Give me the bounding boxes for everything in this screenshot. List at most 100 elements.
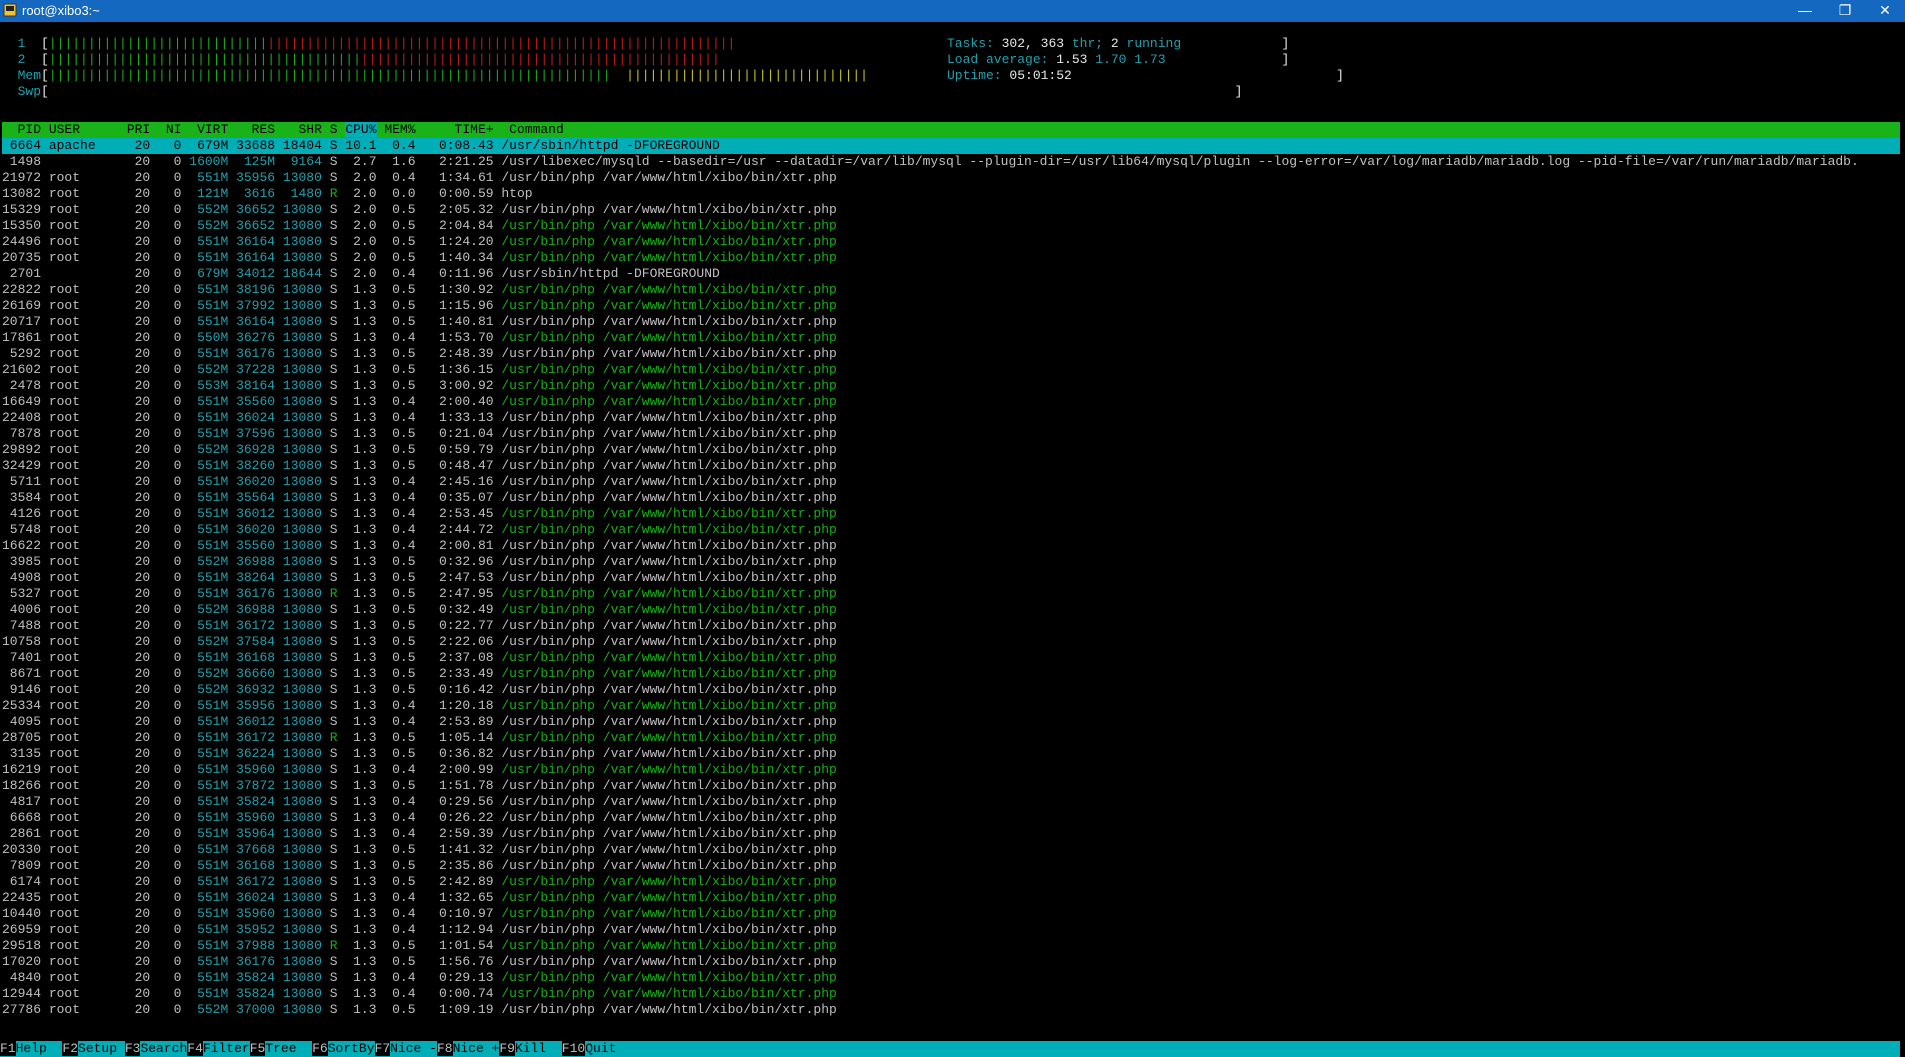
- process-row[interactable]: 22822 root 20 0 551M 38196 13080 S 1.3 0…: [2, 282, 1900, 298]
- process-pid: 10758: [2, 634, 49, 649]
- process-row[interactable]: 5711 root 20 0 551M 36020 13080 S 1.3 0.…: [2, 474, 1900, 490]
- col-shr-header[interactable]: SHR: [283, 122, 330, 137]
- process-command: /usr/bin/php /var/www/html/xibo/bin/xtr.…: [501, 906, 837, 921]
- process-pri: 20: [126, 650, 159, 665]
- process-row[interactable]: 3985 root 20 0 552M 36988 13080 S 1.3 0.…: [2, 554, 1900, 570]
- process-row[interactable]: 16622 root 20 0 551M 35560 13080 S 1.3 0…: [2, 538, 1900, 554]
- process-command: /usr/bin/php /var/www/html/xibo/bin/xtr.…: [501, 522, 837, 537]
- process-row[interactable]: 8671 root 20 0 552M 36660 13080 S 1.3 0.…: [2, 666, 1900, 682]
- col-cpu-header[interactable]: CPU%: [345, 122, 377, 137]
- process-row[interactable]: 5292 root 20 0 551M 36176 13080 S 1.3 0.…: [2, 346, 1900, 362]
- process-row[interactable]: 6174 root 20 0 551M 36172 13080 S 1.3 0.…: [2, 874, 1900, 890]
- process-row[interactable]: 20717 root 20 0 551M 36164 13080 S 1.3 0…: [2, 314, 1900, 330]
- process-row[interactable]: 7488 root 20 0 551M 36172 13080 S 1.3 0.…: [2, 618, 1900, 634]
- process-row[interactable]: 7809 root 20 0 551M 36168 13080 S 1.3 0.…: [2, 858, 1900, 874]
- process-command: /usr/bin/php /var/www/html/xibo/bin/xtr.…: [501, 442, 837, 457]
- process-row[interactable]: 27786 root 20 0 552M 37000 13080 S 1.3 0…: [2, 1002, 1900, 1018]
- process-row[interactable]: 4817 root 20 0 551M 35824 13080 S 1.3 0.…: [2, 794, 1900, 810]
- process-row[interactable]: 17861 root 20 0 550M 36276 13080 S 1.3 0…: [2, 330, 1900, 346]
- process-row[interactable]: 26169 root 20 0 551M 37992 13080 S 1.3 0…: [2, 298, 1900, 314]
- restore-button[interactable]: ❐: [1825, 0, 1865, 22]
- col-time-header[interactable]: TIME+: [423, 122, 509, 137]
- process-row[interactable]: 22435 root 20 0 551M 36024 13080 S 1.3 0…: [2, 890, 1900, 906]
- process-row[interactable]: 2478 root 20 0 553M 38164 13080 S 1.3 0.…: [2, 378, 1900, 394]
- process-res: 36024: [236, 890, 283, 905]
- process-mem: 0.4: [384, 170, 424, 185]
- minimize-button[interactable]: —: [1785, 0, 1825, 22]
- process-shr: 13080: [282, 234, 330, 249]
- fkey-setup-button[interactable]: F2Setup: [62, 1041, 124, 1056]
- process-row[interactable]: 3135 root 20 0 551M 36224 13080 S 1.3 0.…: [2, 746, 1900, 762]
- process-row[interactable]: 9146 root 20 0 552M 36932 13080 S 1.3 0.…: [2, 682, 1900, 698]
- process-cpu: 2.0: [345, 186, 385, 201]
- process-row[interactable]: 24496 root 20 0 551M 36164 13080 S 2.0 0…: [2, 234, 1900, 250]
- process-pid: 6174: [2, 874, 49, 889]
- col-ni-header[interactable]: NI: [158, 122, 189, 137]
- process-row[interactable]: 2701 20 0 679M 34012 18644 S 2.0 0.4 0:1…: [2, 266, 1900, 282]
- process-row[interactable]: 6668 root 20 0 551M 35960 13080 S 1.3 0.…: [2, 810, 1900, 826]
- process-row[interactable]: 7401 root 20 0 551M 36168 13080 S 1.3 0.…: [2, 650, 1900, 666]
- process-row[interactable]: 25334 root 20 0 551M 35956 13080 S 1.3 0…: [2, 698, 1900, 714]
- process-row[interactable]: 2861 root 20 0 551M 35964 13080 S 1.3 0.…: [2, 826, 1900, 842]
- process-row[interactable]: 32429 root 20 0 551M 38260 13080 S 1.3 0…: [2, 458, 1900, 474]
- fkey-filter-button[interactable]: F4Filter: [187, 1041, 250, 1056]
- process-row[interactable]: 6664 apache 20 0 679M 33688 18404 S 10.1…: [2, 138, 1900, 154]
- process-row[interactable]: 5327 root 20 0 551M 36176 13080 R 1.3 0.…: [2, 586, 1900, 602]
- fkey-nice-button[interactable]: F8Nice +: [436, 1041, 499, 1056]
- process-row[interactable]: 4006 root 20 0 552M 36988 13080 S 1.3 0.…: [2, 602, 1900, 618]
- process-row[interactable]: 20735 root 20 0 551M 36164 13080 S 2.0 0…: [2, 250, 1900, 266]
- col-res-header[interactable]: RES: [236, 122, 283, 137]
- process-ni: 0: [158, 762, 190, 777]
- fkey-quit-button[interactable]: F10Quit: [561, 1041, 632, 1056]
- process-row[interactable]: 20330 root 20 0 551M 37668 13080 S 1.3 0…: [2, 842, 1900, 858]
- process-row[interactable]: 5748 root 20 0 551M 36020 13080 S 1.3 0.…: [2, 522, 1900, 538]
- process-row[interactable]: 15329 root 20 0 552M 36652 13080 S 2.0 0…: [2, 202, 1900, 218]
- process-row[interactable]: 29892 root 20 0 552M 36928 13080 S 1.3 0…: [2, 442, 1900, 458]
- process-row[interactable]: 16219 root 20 0 551M 35960 13080 S 1.3 0…: [2, 762, 1900, 778]
- process-command: /usr/bin/php /var/www/html/xibo/bin/xtr.…: [501, 330, 837, 345]
- fkey-tree-button[interactable]: F5Tree: [249, 1041, 312, 1056]
- fkey-search-button[interactable]: F3Search: [124, 1041, 187, 1056]
- col-mem-header[interactable]: MEM%: [377, 122, 424, 137]
- process-row[interactable]: 3584 root 20 0 551M 35564 13080 S 1.3 0.…: [2, 490, 1900, 506]
- process-row[interactable]: 4840 root 20 0 551M 35824 13080 S 1.3 0.…: [2, 970, 1900, 986]
- process-row[interactable]: 7878 root 20 0 551M 37596 13080 S 1.3 0.…: [2, 426, 1900, 442]
- process-row[interactable]: 12944 root 20 0 551M 35824 13080 S 1.3 0…: [2, 986, 1900, 1002]
- fkey-sortby-button[interactable]: F6SortBy: [312, 1041, 375, 1056]
- process-row[interactable]: 1498 20 0 1600M 125M 9164 S 2.7 1.6 2:21…: [2, 154, 1900, 170]
- fkey-nice-button[interactable]: F7Nice -: [374, 1041, 437, 1056]
- fkey-kill-button[interactable]: F9Kill: [499, 1041, 561, 1056]
- process-row[interactable]: 22408 root 20 0 551M 36024 13080 S 1.3 0…: [2, 410, 1900, 426]
- col-command-header[interactable]: Command: [509, 122, 564, 137]
- process-row[interactable]: 21972 root 20 0 551M 35956 13080 S 2.0 0…: [2, 170, 1900, 186]
- close-button[interactable]: ✕: [1865, 0, 1905, 22]
- process-row[interactable]: 26959 root 20 0 551M 35952 13080 S 1.3 0…: [2, 922, 1900, 938]
- process-row[interactable]: 15350 root 20 0 552M 36652 13080 S 2.0 0…: [2, 218, 1900, 234]
- terminal-area[interactable]: 1 [|||||||||||||||||||||||||||||||||||||…: [0, 22, 1905, 1057]
- process-row[interactable]: 21602 root 20 0 552M 37228 13080 S 1.3 0…: [2, 362, 1900, 378]
- fkey-help-button[interactable]: F1Help: [0, 1041, 62, 1056]
- process-row[interactable]: 4908 root 20 0 551M 38264 13080 S 1.3 0.…: [2, 570, 1900, 586]
- process-row[interactable]: 10758 root 20 0 552M 37584 13080 S 1.3 0…: [2, 634, 1900, 650]
- process-row[interactable]: 18266 root 20 0 551M 37872 13080 S 1.3 0…: [2, 778, 1900, 794]
- process-row[interactable]: 17020 root 20 0 551M 36176 13080 S 1.3 0…: [2, 954, 1900, 970]
- process-time: 0:35.07: [423, 490, 502, 505]
- col-user-header[interactable]: USER: [49, 122, 127, 137]
- process-row[interactable]: 4126 root 20 0 551M 36012 13080 S 1.3 0.…: [2, 506, 1900, 522]
- process-row[interactable]: 13082 root 20 0 121M 3616 1480 R 2.0 0.0…: [2, 186, 1900, 202]
- process-virt: 551M: [189, 474, 237, 489]
- col-pri-header[interactable]: PRI: [127, 122, 158, 137]
- process-cpu: 2.7: [345, 154, 385, 169]
- process-time: 1:40.81: [423, 314, 502, 329]
- col-virt-header[interactable]: VIRT: [189, 122, 236, 137]
- col-s-header[interactable]: S: [330, 122, 346, 137]
- process-row[interactable]: 4095 root 20 0 551M 36012 13080 S 1.3 0.…: [2, 714, 1900, 730]
- process-row[interactable]: 28705 root 20 0 551M 36172 13080 R 1.3 0…: [2, 730, 1900, 746]
- process-row[interactable]: 10440 root 20 0 551M 35960 13080 S 1.3 0…: [2, 906, 1900, 922]
- fkey-label: Kill: [514, 1041, 562, 1056]
- process-row[interactable]: 29518 root 20 0 551M 37988 13080 R 1.3 0…: [2, 938, 1900, 954]
- process-virt: 551M: [189, 394, 237, 409]
- process-state: S: [329, 1002, 346, 1017]
- col-pid-header[interactable]: PID: [2, 122, 49, 137]
- process-row[interactable]: 16649 root 20 0 551M 35560 13080 S 1.3 0…: [2, 394, 1900, 410]
